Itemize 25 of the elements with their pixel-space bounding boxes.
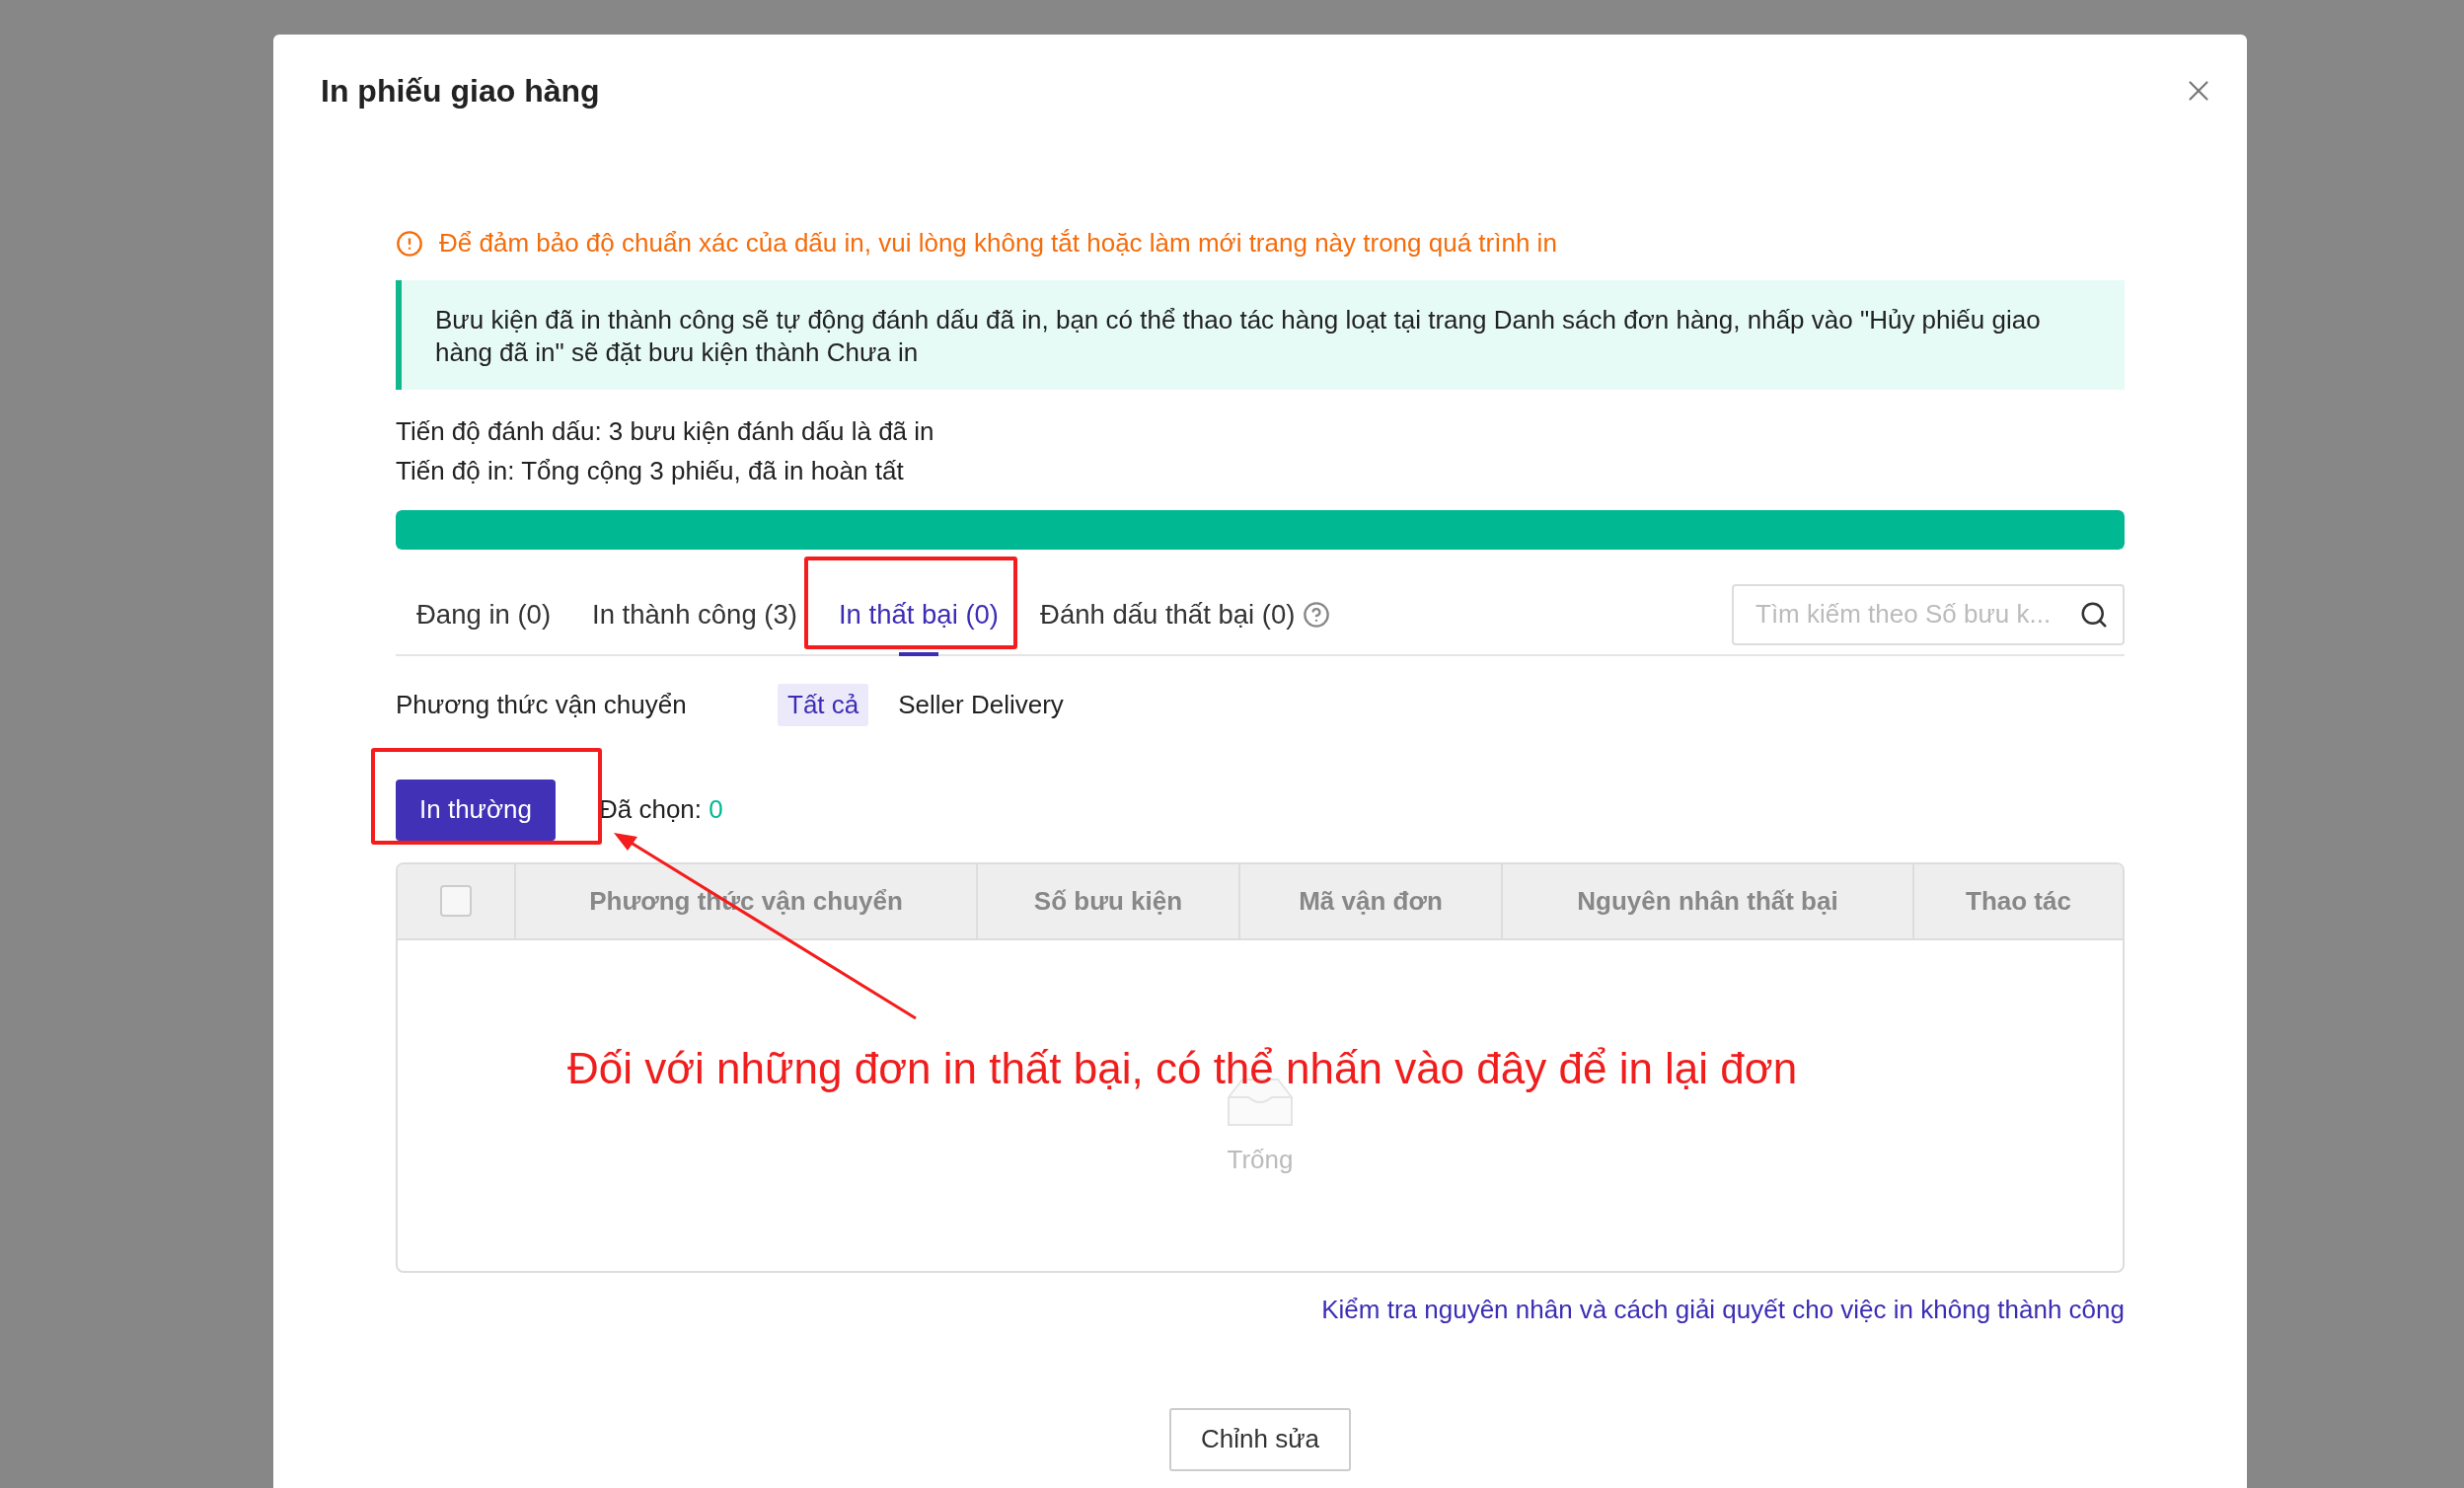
annotation-text: Đối với những đơn in thất bại, có thể nhấn vào đây để in lại đơn bbox=[567, 1044, 1798, 1093]
search-box[interactable]: Tìm kiếm theo Số bưu k... bbox=[1732, 583, 2125, 645]
select-all-checkbox[interactable] bbox=[440, 885, 472, 918]
filter-label: Phương thức vận chuyển bbox=[396, 689, 688, 720]
progress-text: Tiến độ đánh dấu: 3 bưu kiện đánh dấu là đã in bbox=[396, 414, 935, 448]
print-button[interactable]: In thường bbox=[396, 779, 556, 841]
filter-option[interactable]: Tất cả bbox=[778, 683, 869, 726]
tab[interactable]: Đánh dấu thất bại (0) bbox=[1019, 574, 1352, 654]
column-header: Nguyên nhân thất bại bbox=[1501, 863, 1912, 938]
notice-banner: Bưu kiện đã in thành công sẽ tự động đánh dấu đã in, bạn có thể thao tác hàng loạt tại trang Danh sách đơn hàng, nhấp vào "Hủy phiếu giao hàng đã in" sẽ đặt bưu kiện thành Chưa in bbox=[396, 280, 2125, 390]
tab[interactable]: In thất bại (0) bbox=[817, 574, 1019, 654]
tab[interactable]: Đang in (0) bbox=[396, 574, 572, 654]
empty-text: Trống bbox=[1227, 1144, 1294, 1175]
column-header: Mã vận đơn bbox=[1238, 863, 1501, 938]
warning-text: Để đảm bảo độ chuẩn xác của dấu in, vui lòng không tắt hoặc làm mới trang này trong quá trình in bbox=[439, 228, 1557, 259]
dialog-title: In phiếu giao hàng bbox=[321, 72, 600, 110]
column-header: Thao tác bbox=[1912, 863, 2123, 938]
column-header: Số bưu kiện bbox=[976, 863, 1238, 938]
progress-text: Tiến độ in: Tổng cộng 3 phiếu, đã in hoàn tất bbox=[396, 454, 905, 487]
warning-icon bbox=[396, 229, 423, 258]
help-icon[interactable] bbox=[1303, 600, 1331, 629]
tab[interactable]: In thành công (3) bbox=[571, 574, 818, 654]
help-link[interactable]: Kiểm tra nguyên nhân và cách giải quyết cho việc in không thành công bbox=[1321, 1294, 2125, 1325]
edit-button[interactable]: Chỉnh sửa bbox=[1169, 1407, 1351, 1471]
filter-option[interactable]: Seller Delivery bbox=[888, 683, 1074, 726]
